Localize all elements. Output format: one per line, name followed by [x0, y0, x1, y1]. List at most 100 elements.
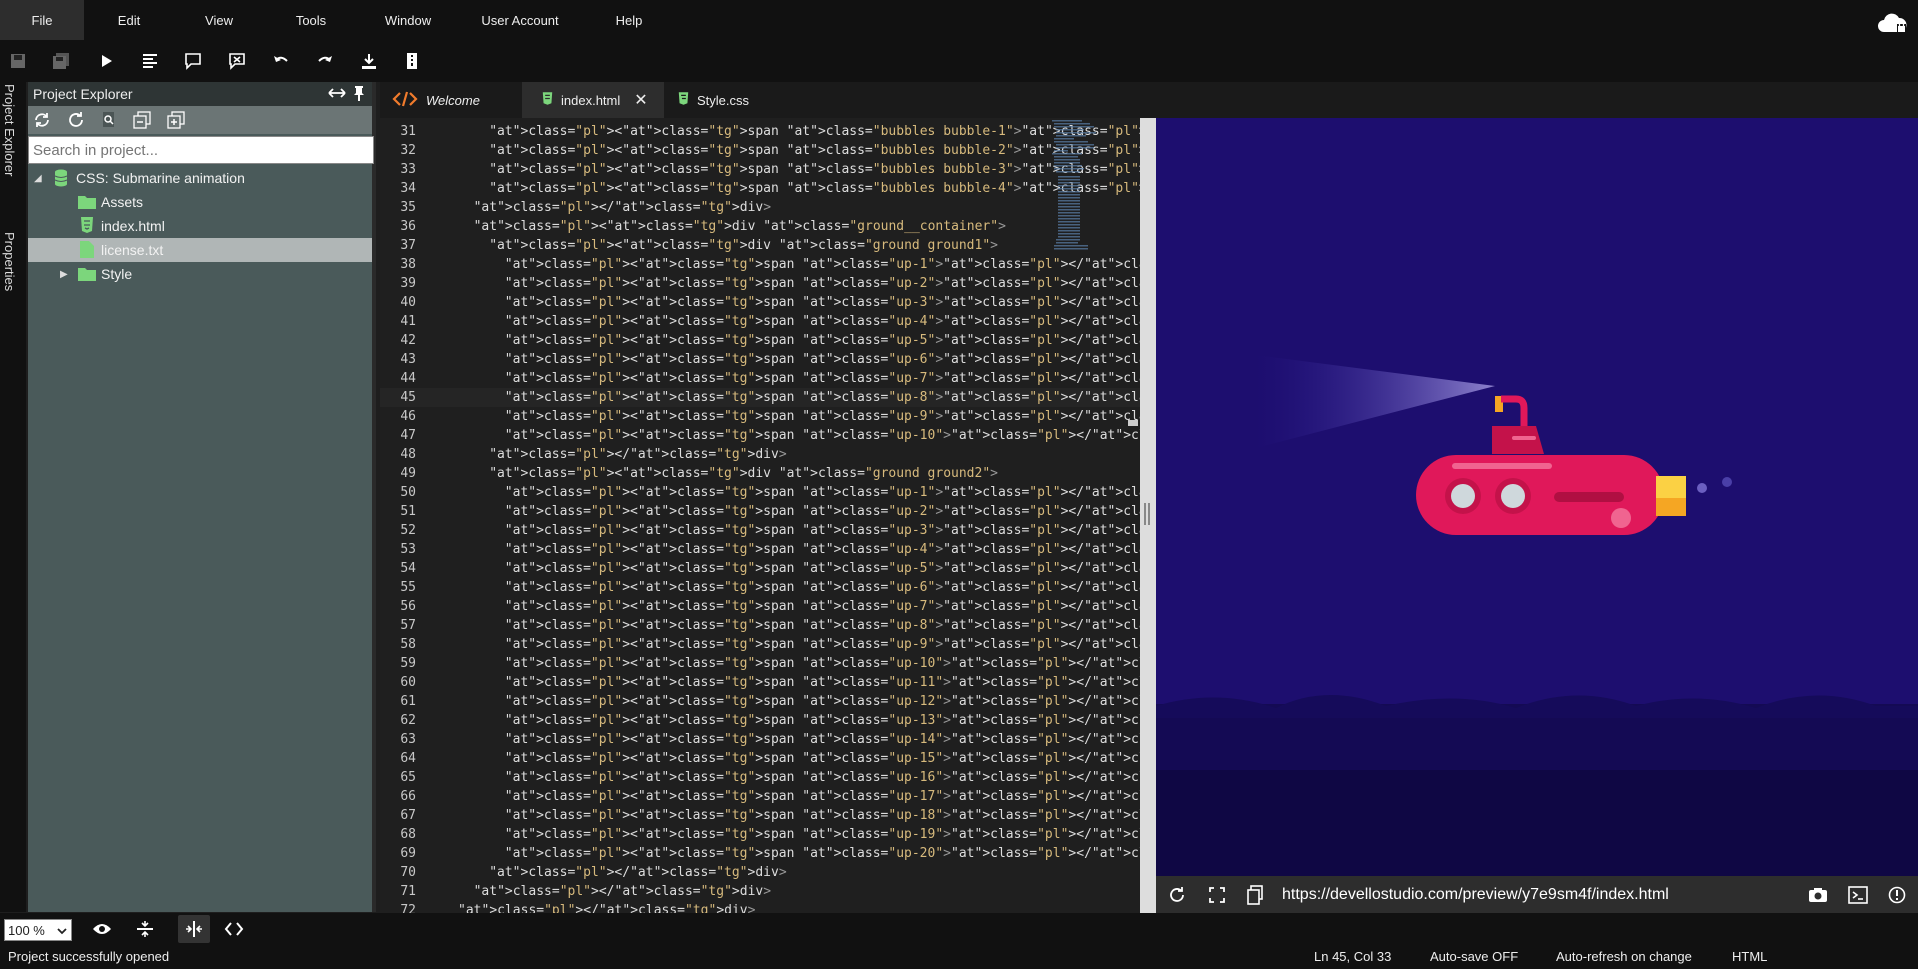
code-line[interactable]: 34 "at">class="pl"><"at">class="tg">span … [380, 179, 1140, 198]
refresh-icon[interactable] [67, 111, 85, 134]
code-line[interactable]: 64 "at">class="pl"><"at">class="tg">span … [380, 749, 1140, 768]
tree-project-root[interactable]: ◢ CSS: Submarine animation [28, 166, 372, 190]
camera-icon[interactable] [1808, 886, 1828, 909]
run-icon[interactable] [95, 50, 117, 72]
menu-edit[interactable]: Edit [84, 0, 174, 40]
code-line[interactable]: 57 "at">class="pl"><"at">class="tg">span … [380, 616, 1140, 635]
expand-all-icon[interactable] [167, 111, 185, 134]
code-line[interactable]: 39 "at">class="pl"><"at">class="tg">span … [380, 274, 1140, 293]
preview-splitter[interactable] [1140, 118, 1156, 913]
redo-icon[interactable] [314, 50, 336, 72]
zoom-select[interactable]: 100 % [4, 919, 72, 941]
comment-icon[interactable] [182, 50, 204, 72]
code-line[interactable]: 65 "at">class="pl"><"at">class="tg">span … [380, 768, 1140, 787]
code-line[interactable]: 49 "at">class="pl"><"at">class="tg">div "… [380, 464, 1140, 483]
code-line[interactable]: 56 "at">class="pl"><"at">class="tg">span … [380, 597, 1140, 616]
save-icon[interactable] [7, 50, 29, 72]
autorefresh-status[interactable]: Auto-refresh on change [1556, 949, 1692, 964]
project-search-input[interactable] [28, 136, 374, 164]
autosave-status[interactable]: Auto-save OFF [1430, 949, 1518, 964]
code-scrollbar-thumb[interactable] [1128, 420, 1138, 426]
code-editor[interactable]: 31 "at">class="pl"><"at">class="tg">span … [380, 118, 1140, 913]
code-minimap[interactable] [1050, 118, 1130, 268]
code-line[interactable]: 35 "at">class="pl"></"at">class="tg">div> [380, 198, 1140, 217]
code-line[interactable]: 54 "at">class="pl"><"at">class="tg">span … [380, 559, 1140, 578]
code-line[interactable]: 68 "at">class="pl"><"at">class="tg">span … [380, 825, 1140, 844]
code-line[interactable]: 50 "at">class="pl"><"at">class="tg">span … [380, 483, 1140, 502]
code-line[interactable]: 45 "at">class="pl"><"at">class="tg">span … [380, 388, 1140, 407]
code-line[interactable]: 43 "at">class="pl"><"at">class="tg">span … [380, 350, 1140, 369]
collapse-arrow-icon[interactable]: ◢ [34, 173, 42, 184]
tree-item-index-html[interactable]: index.html [28, 214, 372, 238]
save-all-icon[interactable] [50, 50, 72, 72]
preview-url[interactable]: https://devellostudio.com/preview/y7e9sm… [1282, 886, 1669, 904]
code-line[interactable]: 61 "at">class="pl"><"at">class="tg">span … [380, 692, 1140, 711]
fullscreen-icon[interactable] [1208, 886, 1226, 909]
code-line[interactable]: 70 "at">class="pl"></"at">class="tg">div> [380, 863, 1140, 882]
format-icon[interactable] [139, 50, 161, 72]
language-mode[interactable]: HTML [1732, 949, 1767, 964]
close-tab-icon[interactable]: ✕ [634, 90, 647, 110]
tree-item-license-txt[interactable]: license.txt [28, 238, 372, 262]
code-line[interactable]: 37 "at">class="pl"><"at">class="tg">div "… [380, 236, 1140, 255]
code-line[interactable]: 36 "at">class="pl"><"at">class="tg">div "… [380, 217, 1140, 236]
cloud-lock-icon[interactable] [1876, 12, 1908, 34]
tab-style-css[interactable]: Style.css [678, 82, 778, 118]
code-line[interactable]: 32 "at">class="pl"><"at">class="tg">span … [380, 141, 1140, 160]
code-line[interactable]: 59 "at">class="pl"><"at">class="tg">span … [380, 654, 1140, 673]
split-horizontal-icon[interactable] [136, 920, 154, 943]
archive-icon[interactable] [401, 50, 423, 72]
code-line[interactable]: 33 "at">class="pl"><"at">class="tg">span … [380, 160, 1140, 179]
code-line[interactable]: 72 "at">class="pl"></"at">class="tg">div> [380, 901, 1140, 913]
tab-index-html[interactable]: index.html ✕ [522, 82, 664, 118]
sync-icon[interactable] [33, 111, 51, 134]
error-info-icon[interactable] [1888, 886, 1906, 909]
code-line[interactable]: 48 "at">class="pl"></"at">class="tg">div> [380, 445, 1140, 464]
tree-item-style[interactable]: ▶ Style [28, 262, 372, 286]
code-line[interactable]: 58 "at">class="pl"><"at">class="tg">span … [380, 635, 1140, 654]
code-line[interactable]: 63 "at">class="pl"><"at">class="tg">span … [380, 730, 1140, 749]
split-vertical-button[interactable] [178, 915, 210, 943]
tree-item-assets[interactable]: Assets [28, 190, 372, 214]
code-line[interactable]: 47 "at">class="pl"><"at">class="tg">span … [380, 426, 1140, 445]
code-line[interactable]: 31 "at">class="pl"><"at">class="tg">span … [380, 122, 1140, 141]
code-line[interactable]: 42 "at">class="pl"><"at">class="tg">span … [380, 331, 1140, 350]
undo-icon[interactable] [270, 50, 292, 72]
menu-file[interactable]: File [0, 0, 84, 40]
code-line[interactable]: 40 "at">class="pl"><"at">class="tg">span … [380, 293, 1140, 312]
code-line[interactable]: 60 "at">class="pl"><"at">class="tg">span … [380, 673, 1140, 692]
copy-icon[interactable] [1246, 885, 1264, 910]
menu-view[interactable]: View [174, 0, 264, 40]
code-line[interactable]: 69 "at">class="pl"><"at">class="tg">span … [380, 844, 1140, 863]
code-line[interactable]: 41 "at">class="pl"><"at">class="tg">span … [380, 312, 1140, 331]
expand-horizontal-icon[interactable] [328, 85, 346, 104]
console-icon[interactable] [1848, 886, 1868, 909]
code-line[interactable]: 67 "at">class="pl"><"at">class="tg">span … [380, 806, 1140, 825]
code-view-icon[interactable] [224, 920, 244, 943]
code-line[interactable]: 53 "at">class="pl"><"at">class="tg">span … [380, 540, 1140, 559]
live-preview[interactable] [1156, 118, 1918, 876]
code-line[interactable]: 71 "at">class="pl"></"at">class="tg">div> [380, 882, 1140, 901]
expand-arrow-icon[interactable]: ▶ [60, 269, 68, 280]
code-line[interactable]: 38 "at">class="pl"><"at">class="tg">span … [380, 255, 1140, 274]
eye-icon[interactable] [92, 921, 112, 942]
side-tab-properties[interactable]: Properties [2, 232, 17, 291]
menu-user-account[interactable]: User Account [458, 0, 582, 40]
code-line[interactable]: 66 "at">class="pl"><"at">class="tg">span … [380, 787, 1140, 806]
code-line[interactable]: 55 "at">class="pl"><"at">class="tg">span … [380, 578, 1140, 597]
menu-help[interactable]: Help [582, 0, 676, 40]
code-line[interactable]: 46 "at">class="pl"><"at">class="tg">span … [380, 407, 1140, 426]
collapse-all-icon[interactable] [133, 111, 151, 134]
menu-window[interactable]: Window [358, 0, 458, 40]
code-line[interactable]: 44 "at">class="pl"><"at">class="tg">span … [380, 369, 1140, 388]
download-icon[interactable] [358, 50, 380, 72]
tab-welcome[interactable]: Welcome [392, 82, 508, 118]
find-file-icon[interactable] [100, 111, 118, 134]
code-line[interactable]: 62 "at">class="pl"><"at">class="tg">span … [380, 711, 1140, 730]
uncomment-icon[interactable] [226, 50, 248, 72]
code-line[interactable]: 51 "at">class="pl"><"at">class="tg">span … [380, 502, 1140, 521]
side-tab-project-explorer[interactable]: Project Explorer [2, 84, 17, 176]
menu-tools[interactable]: Tools [264, 0, 358, 40]
reload-icon[interactable] [1168, 886, 1186, 909]
pin-icon[interactable] [352, 85, 366, 104]
